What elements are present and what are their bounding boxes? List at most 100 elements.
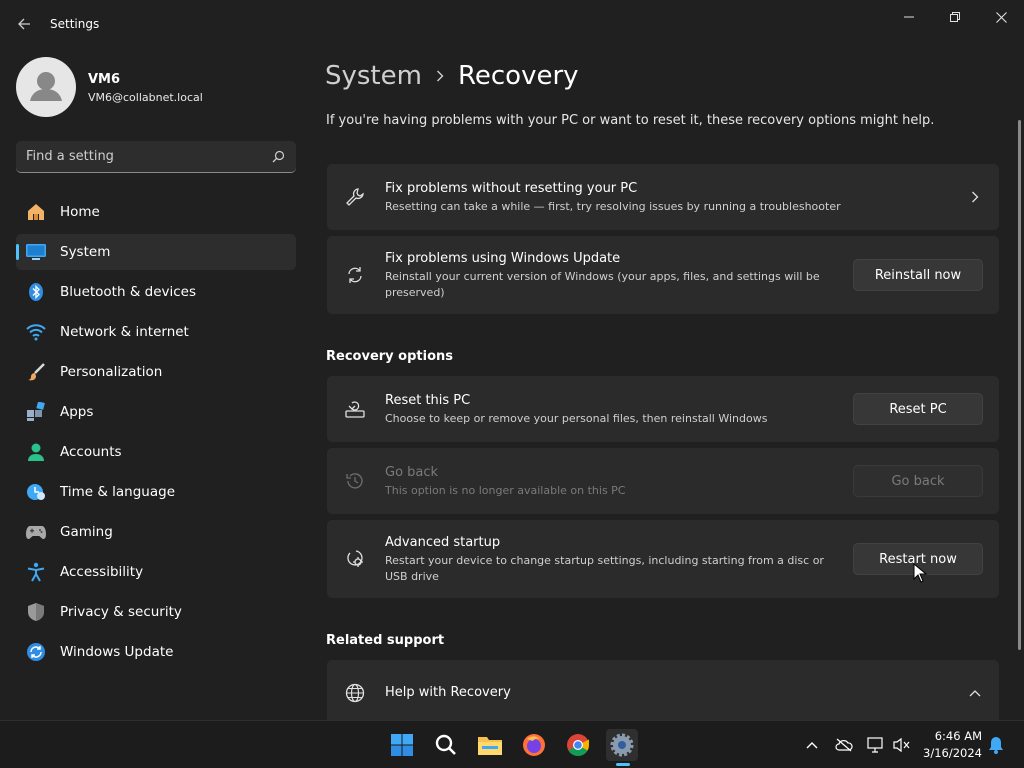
history-icon [343,469,367,493]
shield-icon [25,601,47,623]
tray-overflow-button[interactable] [802,735,822,755]
start-button[interactable] [386,729,418,761]
profile-email: VM6@collabnet.local [88,91,203,104]
accounts-icon [25,441,47,463]
sidebar-item-label: Gaming [60,524,113,540]
settings-taskbar-button[interactable] [606,729,638,761]
chrome-button[interactable] [562,729,594,761]
wrench-icon [343,185,367,209]
brush-icon [25,361,47,383]
sidebar-item-privacy-security[interactable]: Privacy & security [16,594,296,630]
back-button[interactable] [10,12,38,36]
sidebar-item-label: Apps [60,404,94,420]
minimize-button[interactable] [886,4,932,30]
clock-date[interactable]: 3/16/2024 [918,746,982,760]
card-title: Help with Recovery [385,685,511,700]
search-icon[interactable] [270,149,286,165]
title-bar: Settings [0,0,1024,48]
network-tray-button[interactable] [866,735,886,755]
bell-icon [989,737,1003,754]
card-description: Reinstall your current version of Window… [385,270,820,299]
notifications-button[interactable] [986,735,1006,755]
close-button[interactable] [978,4,1024,30]
accessibility-icon [25,561,47,583]
close-icon [995,11,1007,23]
scrollbar[interactable] [1018,120,1021,650]
sidebar-item-accessibility[interactable]: Accessibility [16,554,296,590]
sidebar-item-label: Network & internet [60,324,189,340]
reset-pc-button[interactable]: Reset PC [853,393,983,425]
sidebar-item-system[interactable]: System [16,234,296,270]
sidebar-item-apps[interactable]: Apps [16,394,296,430]
sidebar-item-gaming[interactable]: Gaming [16,514,296,550]
taskbar: 6:46 AM 3/16/2024 [0,720,1024,768]
apps-icon [25,401,47,423]
sidebar-item-personalization[interactable]: Personalization [16,354,296,390]
sidebar-item-label: Personalization [60,364,163,380]
reinstall-now-button[interactable]: Reinstall now [853,259,983,291]
breadcrumb-parent-link[interactable]: System [325,61,422,91]
start-icon [391,734,413,756]
chevron-up-icon [806,742,818,749]
volume-tray-button[interactable] [892,735,912,755]
sidebar-item-bluetooth[interactable]: Bluetooth & devices [16,274,296,310]
sidebar-nav: Home System Bluetooth & devices Network … [16,194,296,674]
search-icon [435,734,456,755]
fix-using-update-card: Fix problems using Windows Update Reinst… [327,236,999,314]
fix-without-reset-card[interactable]: Fix problems without resetting your PC R… [327,164,999,230]
sidebar-item-time-language[interactable]: Time & language [16,474,296,510]
card-title: Fix problems without resetting your PC [385,181,638,196]
windows-update-icon [25,641,47,663]
page-title: Recovery [457,61,579,91]
reset-pc-card: Reset this PC Choose to keep or remove y… [327,376,999,442]
file-explorer-button[interactable] [474,729,506,761]
card-description: Resetting can take a while — first, try … [385,200,841,213]
go-back-card: Go back This option is no longer availab… [327,448,999,514]
sidebar-item-home[interactable]: Home [16,194,296,230]
wifi-icon [25,321,47,343]
minimize-icon [904,16,914,18]
intro-text: If you're having problems with your PC o… [326,113,935,128]
card-title: Advanced startup [385,535,501,550]
settings-icon [610,733,634,757]
help-with-recovery-card[interactable]: Help with Recovery [327,660,999,720]
card-description: Restart your device to change startup se… [385,554,824,583]
time-language-icon [25,481,47,503]
chevron-up-icon[interactable] [967,685,983,701]
restore-icon [950,12,960,22]
sidebar-item-accounts[interactable]: Accounts [16,434,296,470]
chevron-right-icon [436,70,444,82]
card-title: Go back [385,465,439,480]
back-arrow-icon [18,18,30,30]
sidebar-item-label: Privacy & security [60,604,182,620]
reset-pc-icon [343,397,367,421]
taskbar-search-button[interactable] [430,729,462,761]
section-title-related-support: Related support [326,633,445,648]
mouse-cursor-icon [913,563,927,583]
refresh-icon [343,263,367,287]
search-input[interactable]: Find a setting [16,141,296,173]
sidebar-item-label: System [60,244,111,260]
file-explorer-icon [478,737,502,755]
app-title: Settings [50,17,100,31]
card-description: This option is no longer available on th… [385,484,626,497]
chrome-icon [567,734,589,756]
gaming-icon [25,521,47,543]
onedrive-tray-button[interactable] [834,735,854,755]
avatar[interactable] [16,57,76,117]
system-icon [25,241,47,263]
card-description: Choose to keep or remove your personal f… [385,412,768,425]
sidebar-item-network[interactable]: Network & internet [16,314,296,350]
firefox-icon [523,734,545,756]
bluetooth-icon [25,281,47,303]
card-title: Reset this PC [385,393,471,408]
firefox-button[interactable] [518,729,550,761]
clock-time[interactable]: 6:46 AM [930,729,982,743]
search-placeholder: Find a setting [26,149,114,164]
restore-button[interactable] [932,4,978,30]
sidebar-item-windows-update[interactable]: Windows Update [16,634,296,670]
go-back-button[interactable]: Go back [853,465,983,497]
card-title: Fix problems using Windows Update [385,251,621,266]
advanced-startup-card: Advanced startup Restart your device to … [327,520,999,598]
sidebar-item-label: Accessibility [60,564,144,580]
